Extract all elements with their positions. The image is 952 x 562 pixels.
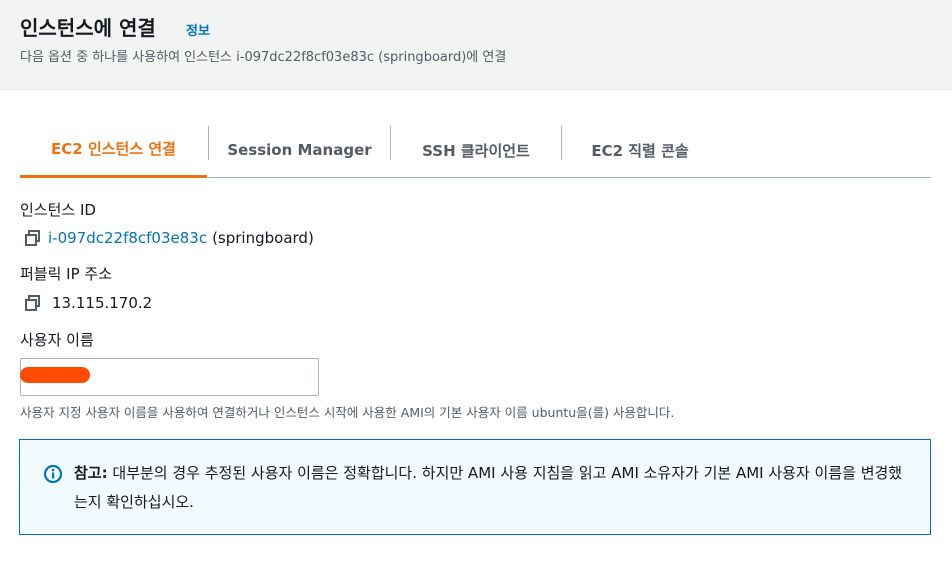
instance-id-row: i-097dc22f8cf03e83c (springboard) [24,229,314,247]
instance-name: (springboard) [212,229,314,247]
tab-ec2-serial-console[interactable]: EC2 직렬 콘솔 [562,122,718,178]
connect-tabs: EC2 인스턴스 연결 Session Manager SSH 클라이언트 EC… [20,122,931,178]
alert-body: 대부분의 경우 추정된 사용자 이름은 정확합니다. 하지만 AMI 사용 지침… [74,464,903,511]
public-ip-row: 13.115.170.2 [24,294,152,312]
alert-message: 참고: 대부분의 경우 추정된 사용자 이름은 정확합니다. 하지만 AMI 사… [74,459,914,517]
copy-icon[interactable] [24,229,42,247]
tab-session-manager[interactable]: Session Manager [209,122,390,178]
page-header: 인스턴스에 연결 정보 다음 옵션 중 하나를 사용하여 인스턴스 i-097d… [0,0,952,90]
alert-title: 참고: [74,464,108,482]
username-label: 사용자 이름 [20,331,94,349]
page-subtitle: 다음 옵션 중 하나를 사용하여 인스턴스 i-097dc22f8cf03e83… [20,50,507,65]
tab-ssh-client[interactable]: SSH 클라이언트 [391,122,561,178]
tab-ec2-instance-connect[interactable]: EC2 인스턴스 연결 [20,122,207,178]
info-alert: 참고: 대부분의 경우 추정된 사용자 이름은 정확합니다. 하지만 AMI 사… [19,439,931,535]
redaction-mark [20,367,90,383]
info-link[interactable]: 정보 [186,20,210,39]
instance-id-label: 인스턴스 ID [20,201,96,219]
public-ip-value: 13.115.170.2 [52,294,153,312]
username-hint: 사용자 지정 사용자 이름을 사용하여 연결하거나 인스턴스 시작에 사용한 A… [20,405,675,420]
public-ip-label: 퍼블릭 IP 주소 [20,265,113,283]
instance-id-link[interactable]: i-097dc22f8cf03e83c [48,229,207,247]
page-title: 인스턴스에 연결 [20,16,156,40]
info-circle-icon [43,464,63,484]
copy-icon[interactable] [24,294,42,312]
